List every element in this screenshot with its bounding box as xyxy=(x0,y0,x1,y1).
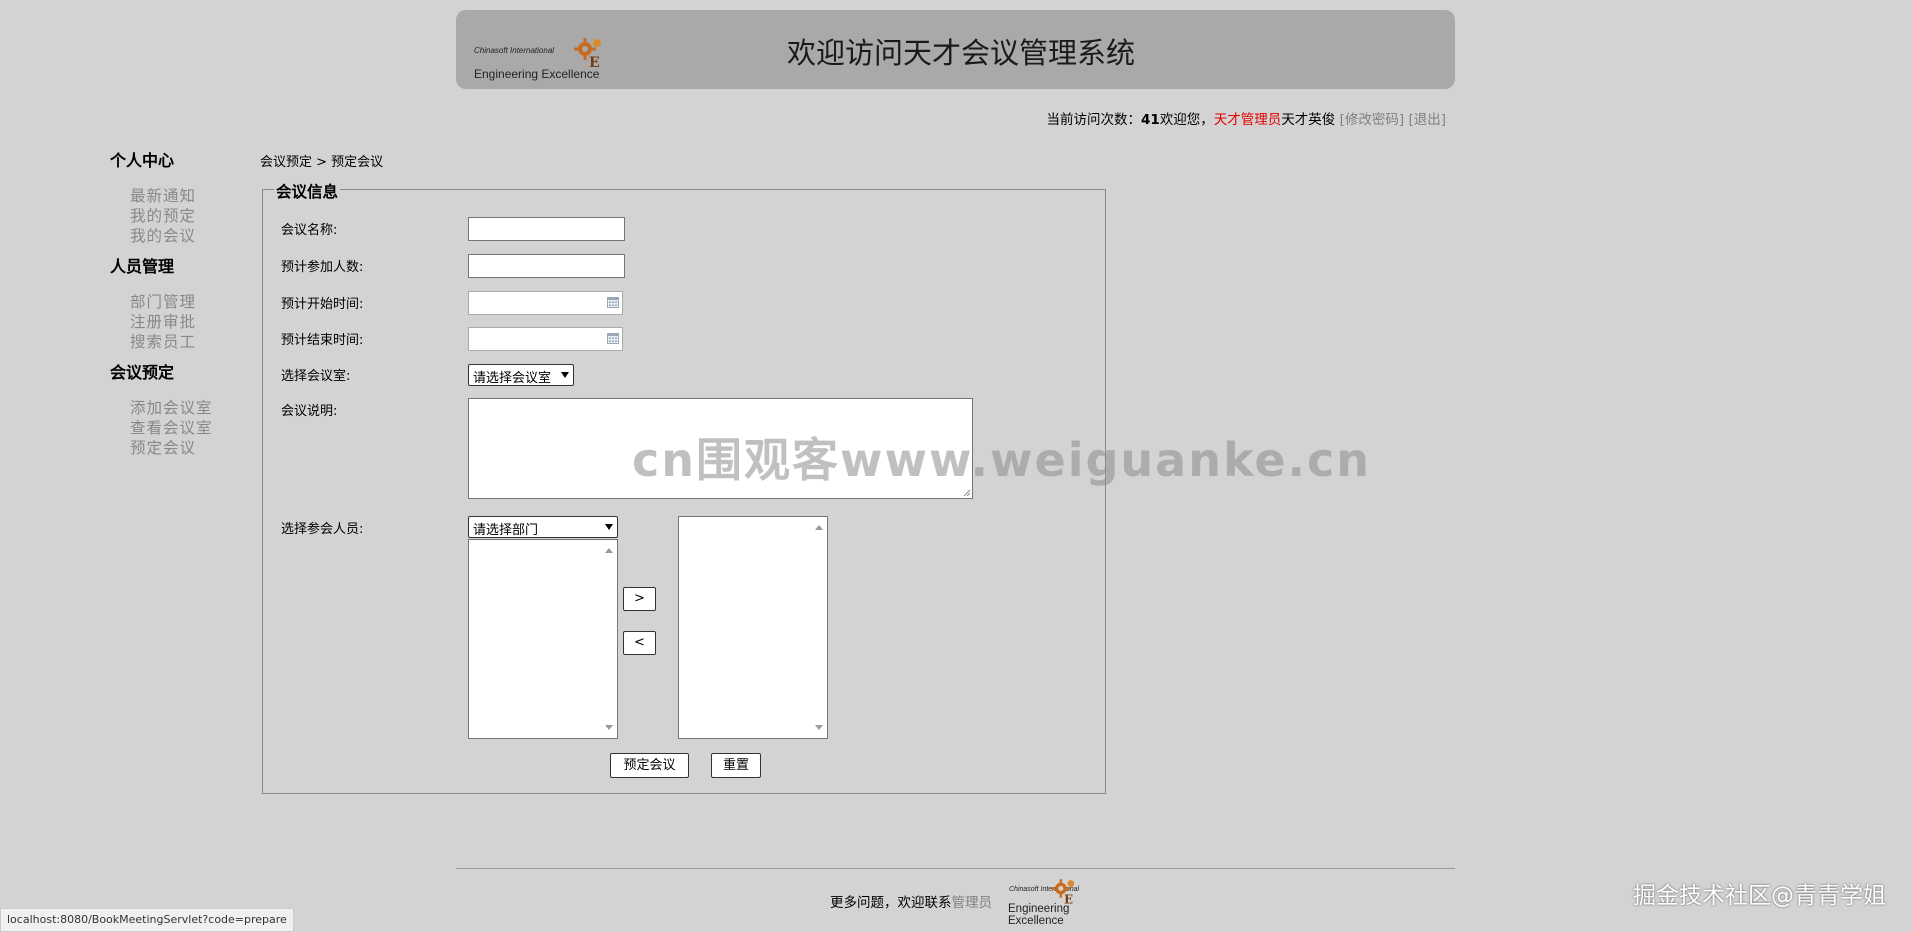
scroll-down-icon[interactable] xyxy=(815,725,823,730)
logo-text-line1: Chinasoft International xyxy=(474,46,555,55)
welcome-text: 欢迎您， xyxy=(1159,112,1214,128)
footer-contact: 更多问题，欢迎联系管理员 xyxy=(830,891,992,911)
username: 天才英俊 xyxy=(1281,112,1336,128)
user-role: 天才管理员 xyxy=(1213,112,1282,128)
credit-watermark: 掘金技术社区@青青学姐 xyxy=(1633,883,1886,909)
available-staff-listbox[interactable] xyxy=(468,539,618,739)
meeting-name-label: 会议名称: xyxy=(281,223,338,238)
fieldset-legend: 会议信息 xyxy=(274,180,341,202)
gear-logo-icon: E xyxy=(1051,879,1075,907)
calendar-icon[interactable] xyxy=(607,296,619,308)
chinasoft-logo: Chinasoft International Engineering Exce… xyxy=(472,24,612,80)
scroll-up-icon[interactable] xyxy=(605,548,613,553)
svg-text:E: E xyxy=(589,55,600,70)
meeting-info-fieldset: 会议信息 会议名称: 预计参加人数: 预计开始时间: 预计结束时间: 选择会议室… xyxy=(262,180,1106,794)
browser-status-bar: localhost:8080/BookMeetingServlet?code=p… xyxy=(0,908,294,932)
watermark-text: cn围观客www.weiguanke.cn xyxy=(632,433,1372,487)
sidebar: 个人中心 最新通知 我的预定 我的会议 人员管理 部门管理 注册审批 搜索员工 … xyxy=(110,150,260,468)
scroll-down-icon[interactable] xyxy=(605,725,613,730)
book-meeting-button[interactable]: 预定会议 xyxy=(610,753,689,778)
page-title: 欢迎访问天才会议管理系统 xyxy=(787,36,1136,70)
scroll-up-icon[interactable] xyxy=(815,525,823,530)
sidebar-item-latest-notices[interactable]: 最新通知 xyxy=(130,186,260,206)
sidebar-group-personal: 个人中心 xyxy=(110,151,175,170)
sidebar-item-book-meeting[interactable]: 预定会议 xyxy=(130,438,260,458)
sidebar-item-registration-approval[interactable]: 注册审批 xyxy=(130,312,260,332)
footer-logo-word2: Excellence xyxy=(1008,915,1064,927)
sidebar-item-add-room[interactable]: 添加会议室 xyxy=(130,398,260,418)
user-info-bar: 当前访问次数：41欢迎您，天才管理员天才英俊 [修改密码] [退出] xyxy=(1047,108,1446,128)
add-attendee-button[interactable]: > xyxy=(623,587,656,611)
department-select[interactable]: 请选择部门 xyxy=(468,516,618,538)
contact-admin-link[interactable]: 管理员 xyxy=(952,895,993,911)
footer-logo-text-line2: Engineering Excellence xyxy=(1008,903,1069,927)
header-banner: Chinasoft International Engineering Exce… xyxy=(456,10,1455,89)
sidebar-item-search-staff[interactable]: 搜索员工 xyxy=(130,332,260,352)
sidebar-group-booking: 会议预定 xyxy=(110,363,175,382)
resize-grip-icon[interactable] xyxy=(963,489,971,497)
sidebar-group-staff: 人员管理 xyxy=(110,257,175,276)
sidebar-item-my-reservations[interactable]: 我的预定 xyxy=(130,206,260,226)
start-time-label: 预计开始时间: xyxy=(281,297,364,312)
start-time-input[interactable] xyxy=(468,291,623,315)
chevron-down-icon xyxy=(605,524,613,530)
gear-logo-icon: E xyxy=(574,38,601,70)
remove-attendee-button[interactable]: < xyxy=(623,631,656,655)
sidebar-item-departments[interactable]: 部门管理 xyxy=(130,292,260,312)
meeting-name-input[interactable] xyxy=(468,217,625,241)
footer-text: 更多问题，欢迎联系 xyxy=(830,895,952,911)
footer-logo: Chinasoft International Engineering Excel… xyxy=(1004,876,1084,930)
footer-divider xyxy=(456,868,1455,869)
calendar-icon[interactable] xyxy=(607,332,619,344)
logout-link[interactable]: [退出] xyxy=(1408,112,1446,128)
attendee-count-label: 预计参加人数: xyxy=(281,260,364,275)
attendee-count-input[interactable] xyxy=(468,254,625,278)
breadcrumb: 会议预定 > 预定会议 xyxy=(260,155,384,170)
end-time-input[interactable] xyxy=(468,327,623,351)
visits-label: 当前访问次数： xyxy=(1046,112,1142,128)
department-select-value: 请选择部门 xyxy=(473,523,539,538)
room-select[interactable]: 请选择会议室 xyxy=(468,364,574,386)
chevron-down-icon xyxy=(561,372,569,378)
description-label: 会议说明: xyxy=(281,404,338,419)
end-time-label: 预计结束时间: xyxy=(281,333,364,348)
sidebar-item-my-meetings[interactable]: 我的会议 xyxy=(130,226,260,246)
sidebar-item-view-rooms[interactable]: 查看会议室 xyxy=(130,418,260,438)
change-password-link[interactable]: [修改密码] xyxy=(1340,112,1405,128)
reset-button[interactable]: 重置 xyxy=(711,753,761,778)
attendees-label: 选择参会人员: xyxy=(281,522,364,537)
svg-text:E: E xyxy=(1064,893,1073,907)
room-label: 选择会议室: xyxy=(281,369,351,384)
visits-count: 41 xyxy=(1141,112,1160,128)
room-select-value: 请选择会议室 xyxy=(473,371,552,386)
selected-attendees-listbox[interactable] xyxy=(678,516,828,739)
